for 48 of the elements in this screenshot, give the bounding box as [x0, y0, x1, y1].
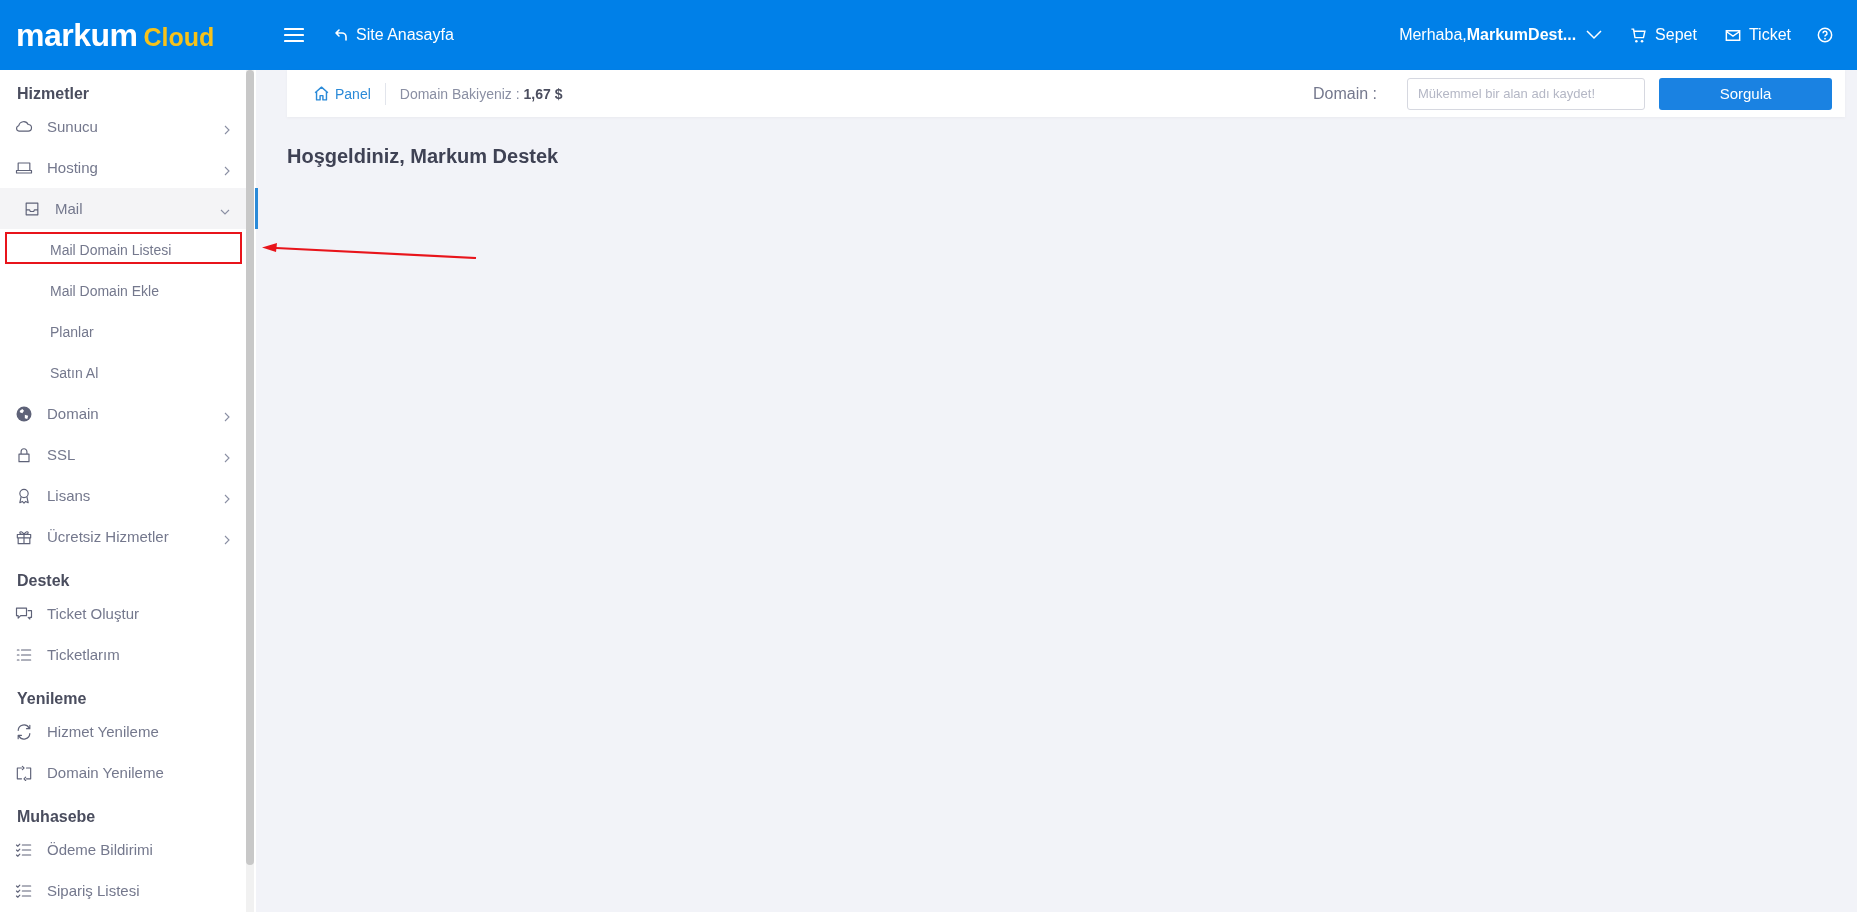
- balance-text: Domain Bakiyeniz : 1,67 $: [399, 85, 563, 102]
- cart-icon: [1630, 26, 1648, 44]
- welcome-heading: Hoşgeldiniz, Markum Destek: [287, 145, 560, 168]
- home-icon: [313, 85, 330, 102]
- menu-icon: [284, 27, 304, 43]
- user-menu[interactable]: Merhaba,MarkumDest...: [1399, 26, 1603, 44]
- chevron-right-icon: [224, 452, 230, 463]
- chevron-right-icon: [224, 493, 230, 504]
- chevron-down-icon: [220, 208, 230, 215]
- chevron-right-icon: [224, 165, 230, 176]
- sidebar-item[interactable]: Domain Yenileme: [0, 752, 246, 793]
- panel-link[interactable]: Panel: [313, 85, 371, 102]
- sidebar-item[interactable]: SSL: [0, 434, 246, 475]
- section-heading: Destek: [16, 571, 71, 591]
- section-heading: Hizmetler: [16, 84, 91, 104]
- submenu-item[interactable]: Satın Al: [0, 352, 246, 393]
- help-icon: [1817, 27, 1833, 43]
- ticket-link[interactable]: Ticket: [1724, 26, 1791, 44]
- chevron-right-icon: [224, 411, 230, 422]
- chevron-right-icon: [224, 534, 230, 545]
- submenu-item[interactable]: Mail Domain Listesi: [0, 229, 246, 270]
- submenu-item[interactable]: Planlar: [0, 311, 246, 352]
- chevron-right-icon: [224, 124, 230, 135]
- sidebar-item[interactable]: Sipariş Listesi: [0, 870, 246, 911]
- sidebar-item[interactable]: Lisans: [0, 475, 246, 516]
- query-button[interactable]: Sorgula: [1659, 77, 1832, 110]
- mail-icon: [1724, 28, 1741, 42]
- sidebar-item[interactable]: Domain: [0, 393, 246, 434]
- active-indicator: [255, 188, 258, 229]
- logo[interactable]: markum Cloud: [16, 16, 282, 54]
- submenu-item[interactable]: Mail Domain Ekle: [0, 270, 246, 311]
- sidebar-item[interactable]: Hizmet Yenileme: [0, 711, 246, 752]
- cart-link[interactable]: Sepet: [1630, 26, 1697, 44]
- sidebar-item[interactable]: Ücretsiz Hizmetler: [0, 516, 246, 557]
- sidebar-item[interactable]: Ticket Oluştur: [0, 593, 246, 634]
- section-heading: Muhasebe: [16, 807, 97, 827]
- section-heading: Yenileme: [16, 689, 88, 709]
- domain-label: Domain :: [1312, 84, 1377, 103]
- return-arrow-icon: [334, 28, 348, 42]
- sidebar-item[interactable]: Ödeme Bildirimi: [0, 829, 246, 870]
- domain-search-field[interactable]: Mükemmel bir alan adı kaydet!: [1407, 77, 1645, 110]
- sidebar-item[interactable]: Sunucu: [0, 106, 246, 147]
- site-home-link[interactable]: Site Anasayfa: [334, 26, 454, 44]
- chevron-down-icon: [1586, 30, 1603, 40]
- help-button[interactable]: [1815, 25, 1835, 45]
- sidebar-item[interactable]: Ticketlarım: [0, 634, 246, 675]
- menu-button[interactable]: [282, 25, 306, 45]
- sidebar-item[interactable]: Hosting: [0, 147, 246, 188]
